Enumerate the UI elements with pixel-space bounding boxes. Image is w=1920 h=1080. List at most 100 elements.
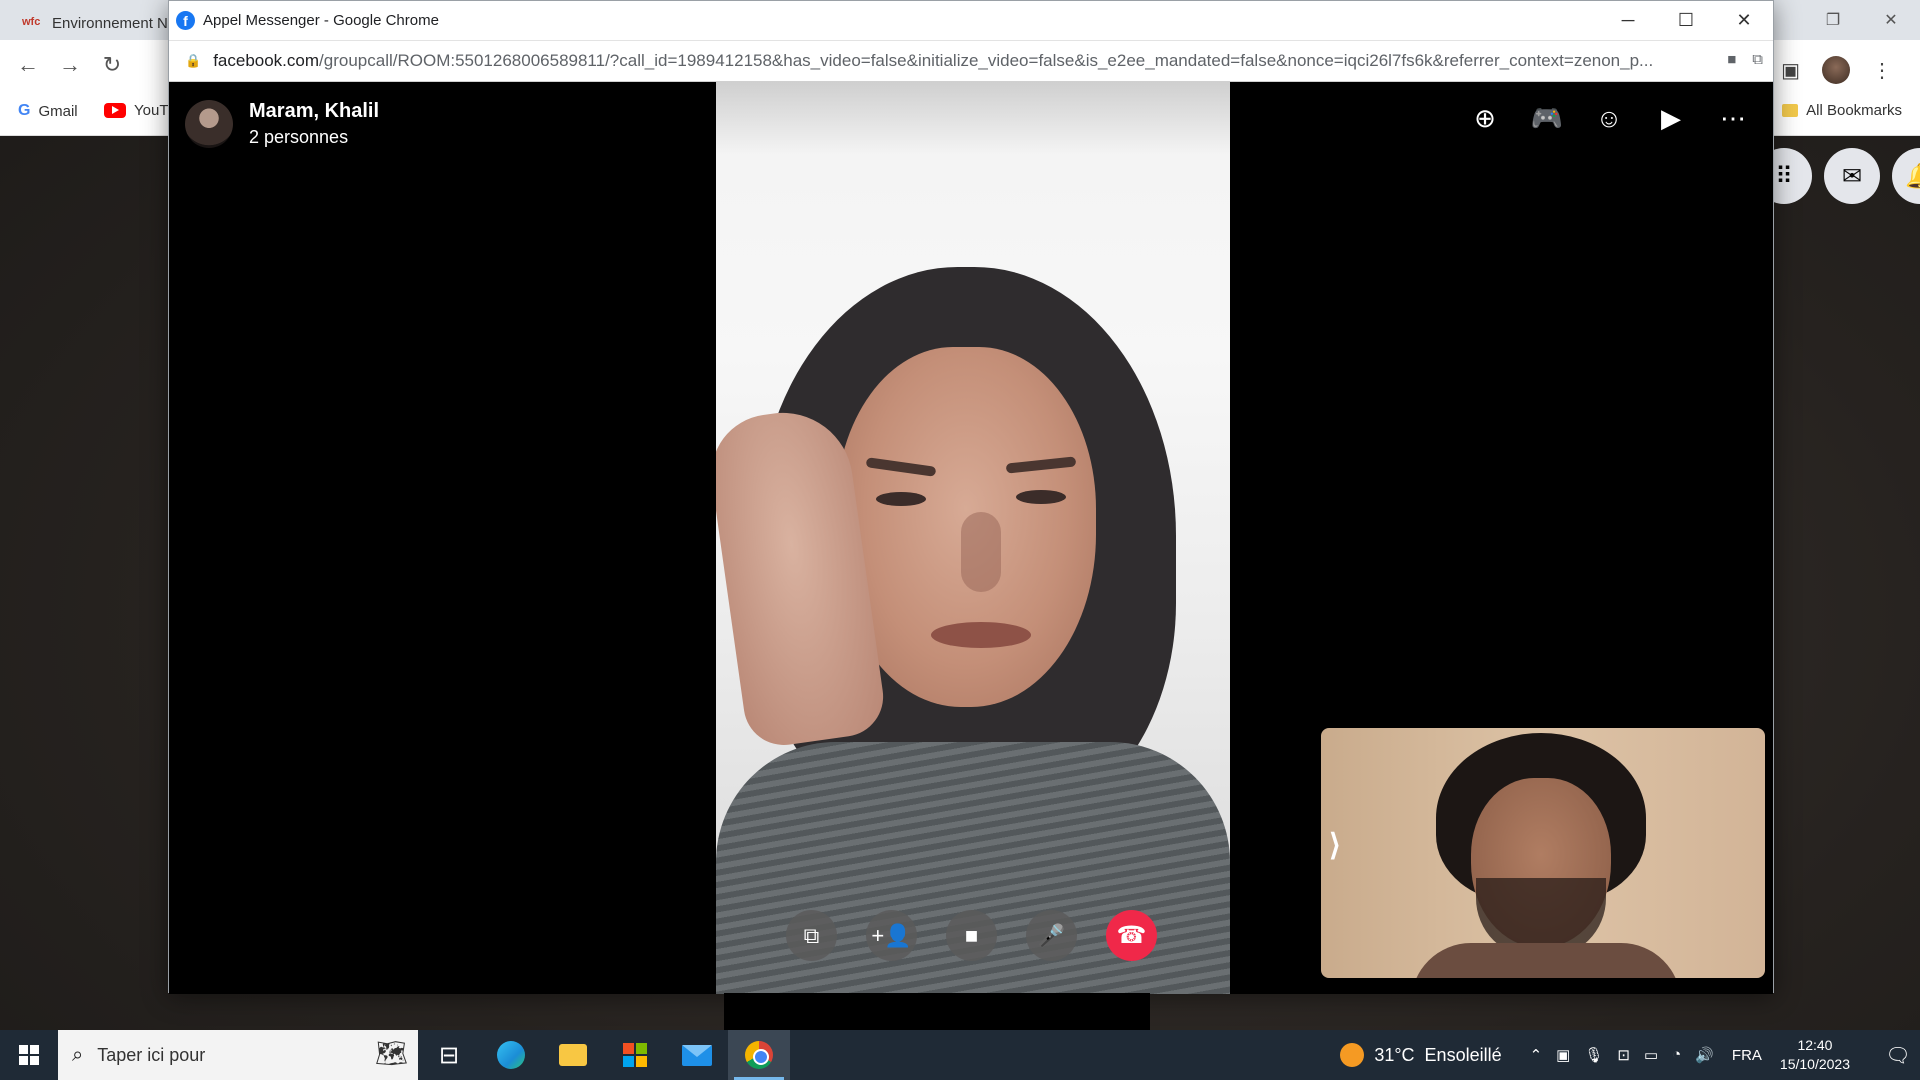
search-highlight-icon[interactable]: 🗺 (375, 1038, 408, 1069)
popup-address-bar[interactable]: 🔒 facebook.com/groupcall/ROOM:5501268006… (169, 40, 1773, 82)
taskbar-search[interactable]: ⌕ Taper ici pour 🗺 (58, 1030, 418, 1080)
url-text[interactable]: facebook.com/groupcall/ROOM:550126800658… (213, 51, 1718, 71)
search-placeholder: Taper ici pour (97, 1044, 206, 1065)
restore-icon[interactable]: ❐ (1804, 0, 1862, 40)
popup-window-controls: ─ ☐ ✕ (1599, 1, 1773, 40)
task-view-icon: ⊟ (438, 1041, 460, 1069)
camera-in-use-icon[interactable]: ■ (1727, 51, 1736, 68)
mail-icon (682, 1044, 712, 1066)
security-icon[interactable]: ⊡ (1617, 1046, 1630, 1064)
forward-icon[interactable]: → (56, 52, 84, 78)
background-tab[interactable]: wfc Environnement N (8, 6, 178, 40)
taskbar-chrome[interactable] (728, 1030, 790, 1080)
add-person-button[interactable]: +👤 (866, 910, 917, 961)
camera-toggle-button[interactable]: ■ (946, 910, 997, 961)
bookmark-gmail[interactable]: G Gmail (18, 102, 78, 120)
popup-title-bar: f Appel Messenger - Google Chrome ─ ☐ ✕ (169, 1, 1773, 40)
file-explorer-icon (559, 1044, 587, 1066)
url-host: facebook.com (213, 51, 320, 70)
weather-temp: 31°C (1374, 1044, 1415, 1065)
end-call-button[interactable]: ☎ (1106, 910, 1157, 961)
sun-icon (1340, 1043, 1365, 1067)
translate-icon[interactable]: ⧉ (1752, 51, 1763, 68)
google-icon: G (18, 102, 31, 119)
call-stage: Maram, Khalil 2 personnes ⊕ 🎮 ☺ ▶ ⋯ ⧉ +👤… (169, 82, 1773, 994)
camera-icon: ■ (964, 922, 979, 948)
group-avatar (185, 100, 233, 148)
windows-taskbar: ⌕ Taper ici pour 🗺 ⊟ 31°C Ensoleillé ⌃ ▣… (0, 1030, 1920, 1080)
microphone-toggle-button[interactable]: 🎤 (1026, 910, 1077, 961)
background-dark-strip (724, 993, 1150, 1030)
clock[interactable]: 12:40 15/10/2023 (1780, 1036, 1850, 1074)
chevron-up-icon[interactable]: ⌃ (1530, 1046, 1543, 1064)
all-bookmarks[interactable]: All Bookmarks (1782, 102, 1902, 119)
background-window-controls: ❐ ✕ (1804, 0, 1920, 40)
clock-time: 12:40 (1797, 1037, 1833, 1053)
switch-camera-button[interactable]: ⧉ (786, 910, 837, 961)
chrome-icon (745, 1041, 773, 1069)
maximize-icon[interactable]: ☐ (1657, 1, 1715, 40)
facebook-icon: f (176, 11, 195, 30)
notifications-icon[interactable]: 🔔 (1892, 148, 1920, 204)
clock-date: 15/10/2023 (1779, 1056, 1850, 1072)
switch-camera-icon: ⧉ (803, 922, 820, 948)
site-favicon-icon: wfc (22, 16, 41, 28)
background-tab-title: Environnement N (52, 14, 168, 32)
close-icon[interactable]: ✕ (1862, 0, 1920, 40)
background-toolbar-right: ▣ ⋮ (1781, 56, 1892, 84)
add-icon[interactable]: ⊕ (1465, 98, 1505, 138)
call-info: Maram, Khalil 2 personnes (249, 100, 379, 148)
effects-icon[interactable]: ☺ (1589, 98, 1629, 138)
start-button[interactable] (0, 1030, 58, 1080)
camera-tray-icon[interactable]: ▣ (1556, 1046, 1570, 1064)
taskbar-store[interactable] (604, 1030, 666, 1080)
tray-icons: ⌃ ▣ 🎙 ⊡ ▭ ◔ 🔊 (1530, 1046, 1714, 1064)
bookmark-label: YouT (134, 102, 169, 119)
youtube-icon (104, 103, 126, 118)
language-indicator[interactable]: FRA (1732, 1047, 1762, 1064)
notifications-center-icon[interactable]: 🗨 (1876, 1043, 1920, 1068)
task-view-button[interactable]: ⊟ (418, 1030, 480, 1080)
windows-logo-icon (19, 1045, 39, 1065)
taskbar-file-explorer[interactable] (542, 1030, 604, 1080)
bookmark-label: Gmail (38, 102, 78, 120)
self-view-video[interactable]: ⟩ (1321, 728, 1765, 978)
weather-widget[interactable]: 31°C Ensoleillé (1340, 1043, 1502, 1067)
search-icon: ⌕ (72, 1043, 84, 1066)
messenger-icon[interactable]: ✉ (1824, 148, 1880, 204)
call-header: Maram, Khalil 2 personnes (185, 100, 379, 148)
edge-icon (497, 1041, 525, 1069)
popup-window-title: Appel Messenger - Google Chrome (203, 12, 439, 29)
address-bar-icons: ■ ⧉ (1727, 51, 1763, 68)
microphone-tray-icon[interactable]: 🎙 (1584, 1046, 1603, 1064)
participant-count: 2 personnes (249, 127, 349, 147)
collapse-chevron-icon[interactable]: ⟩ (1329, 828, 1341, 863)
gamepad-icon[interactable]: 🎮 (1527, 98, 1567, 138)
profile-avatar[interactable] (1822, 56, 1850, 84)
folder-icon (1782, 104, 1799, 117)
lock-icon[interactable]: 🔒 (185, 53, 201, 69)
background-nav-buttons: ← → ↻ (14, 52, 126, 78)
battery-icon[interactable]: ▭ (1644, 1046, 1658, 1064)
microphone-icon: 🎤 (1037, 922, 1066, 948)
taskbar-apps: ⊟ (418, 1030, 790, 1080)
close-icon[interactable]: ✕ (1715, 1, 1773, 40)
taskbar-edge[interactable] (480, 1030, 542, 1080)
url-path: /groupcall/ROOM:5501268006589811/?call_i… (319, 51, 1654, 70)
taskbar-mail[interactable] (666, 1030, 728, 1080)
side-panel-icon[interactable]: ▣ (1781, 58, 1800, 83)
volume-icon[interactable]: 🔊 (1695, 1046, 1714, 1064)
minimize-icon[interactable]: ─ (1599, 1, 1657, 40)
more-icon[interactable]: ⋯ (1713, 98, 1753, 138)
back-icon[interactable]: ← (14, 52, 42, 78)
messenger-call-window: f Appel Messenger - Google Chrome ─ ☐ ✕ … (168, 0, 1774, 994)
add-person-icon: +👤 (871, 922, 912, 948)
wifi-icon[interactable]: ◔ (1672, 1046, 1681, 1064)
weather-text: Ensoleillé (1424, 1044, 1502, 1065)
share-screen-icon[interactable]: ▶ (1651, 98, 1691, 138)
bookmark-youtube[interactable]: YouT (104, 102, 168, 119)
menu-icon[interactable]: ⋮ (1872, 58, 1892, 83)
reload-icon[interactable]: ↻ (98, 52, 126, 78)
store-icon (623, 1043, 647, 1067)
all-bookmarks-label: All Bookmarks (1806, 102, 1902, 119)
